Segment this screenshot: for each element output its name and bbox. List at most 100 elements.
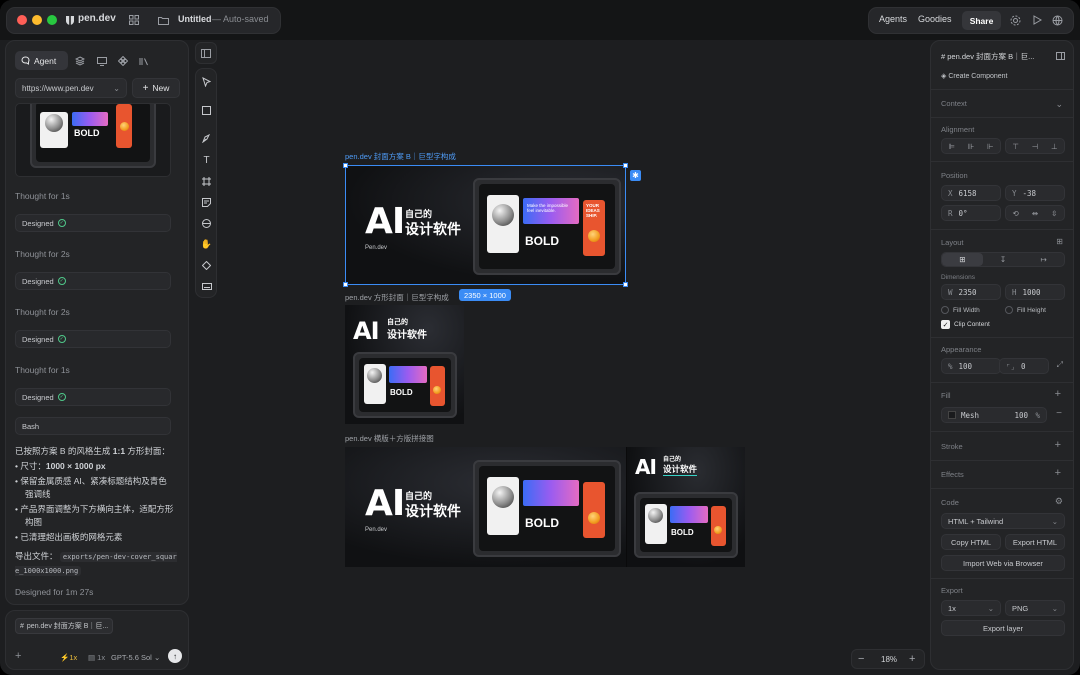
zoom-level[interactable]: 18%	[881, 655, 897, 664]
align-middle-icon[interactable]: ⊣	[1032, 142, 1039, 151]
model-select[interactable]: GPT-5.6 Sol ⌄	[111, 653, 160, 662]
text-tool-icon[interactable]: T	[200, 154, 213, 167]
settings-icon[interactable]	[1009, 14, 1021, 26]
frame-combined[interactable]: AI 自己的 设计软件 Pen.dev BOLD AI 自己的 设计软件 BOL…	[345, 447, 745, 567]
expand-corners-icon[interactable]: ⤢	[1057, 360, 1063, 370]
frame1-label[interactable]: pen.dev 封面方案 B｜巨型字构成	[345, 151, 456, 162]
frame-cover-b[interactable]: AI 自己的 设计软件 Pen.dev Make the impossible …	[345, 165, 626, 285]
components-icon[interactable]	[117, 55, 129, 67]
width-input[interactable]: W 2350	[941, 284, 1001, 300]
export-html-button[interactable]: Export HTML	[1005, 534, 1065, 550]
designed-chip-1[interactable]: Designed ✓	[15, 214, 171, 232]
preview-thumbnail[interactable]: BOLD	[15, 103, 171, 177]
layout-horizontal-icon[interactable]: ↦	[1023, 255, 1064, 264]
frame-square-cover[interactable]: AI 自己的 设计软件 BOLD	[345, 305, 464, 424]
corner-radius-input[interactable]: ⌜⌟ 0	[999, 358, 1049, 374]
panel-toggle-icon[interactable]	[1055, 50, 1066, 61]
agents-button[interactable]: Agents	[879, 14, 907, 24]
layout-grid-icon[interactable]: ⊞	[942, 253, 983, 266]
layout-vertical-icon[interactable]: ↧	[983, 255, 1024, 264]
vertical-align-group[interactable]: ⊤ ⊣ ⊥	[1005, 138, 1065, 154]
transform-group[interactable]: ⟲ ⇹ ⇳	[1005, 205, 1065, 221]
code-format-select[interactable]: HTML + Tailwind ⌄	[941, 513, 1065, 529]
export-format-select[interactable]: PNG ⌄	[1005, 600, 1065, 616]
count-toggle[interactable]: ▤ 1x	[88, 653, 105, 662]
add-fill-button[interactable]: +	[1055, 388, 1061, 400]
flip-horizontal-icon[interactable]: ⇹	[1032, 209, 1038, 218]
minimize-window-button[interactable]	[32, 15, 42, 25]
frame-tool-icon[interactable]	[200, 175, 213, 188]
document-title[interactable]: Untitled	[178, 14, 212, 24]
hand-tool-icon[interactable]: ✋	[200, 238, 213, 251]
fill-swatch[interactable]	[948, 411, 956, 419]
select-tool-icon[interactable]	[200, 75, 213, 88]
add-attachment-button[interactable]: +	[15, 650, 21, 662]
add-effect-button[interactable]: +	[1055, 467, 1061, 479]
x-input[interactable]: X 6158	[941, 185, 1001, 201]
tab-agent[interactable]: Agent	[15, 51, 68, 70]
align-bottom-icon[interactable]: ⊥	[1051, 142, 1058, 151]
zoom-out-button[interactable]: −	[858, 653, 864, 665]
align-left-icon[interactable]: ⊫	[948, 142, 955, 151]
maximize-window-button[interactable]	[47, 15, 57, 25]
new-button[interactable]: + New	[132, 78, 180, 98]
designed-chip-2[interactable]: Designed ✓	[15, 272, 171, 290]
y-input[interactable]: Y -38	[1005, 185, 1065, 201]
send-button[interactable]: ↑	[168, 649, 182, 663]
frame2-label[interactable]: pen.dev 方形封面｜巨型字构成	[345, 292, 449, 303]
context-heading[interactable]: Context	[941, 99, 967, 108]
flip-vertical-icon[interactable]: ⇳	[1051, 209, 1057, 218]
align-center-icon[interactable]: ⊪	[968, 142, 975, 151]
layout-mode-toggle[interactable]: ⊞ ↧ ↦	[941, 252, 1065, 267]
resize-handle[interactable]	[623, 163, 628, 168]
resize-handle[interactable]	[343, 282, 348, 287]
pen-tool-icon[interactable]	[200, 132, 213, 145]
fill-width-checkbox[interactable]: Fill Width	[941, 306, 980, 314]
layout-options-icon[interactable]: ⊞	[1056, 237, 1063, 246]
globe-icon[interactable]	[1051, 14, 1063, 26]
clip-content-checkbox[interactable]: ✓ Clip Content	[941, 320, 990, 329]
close-window-button[interactable]	[17, 15, 27, 25]
add-stroke-button[interactable]: +	[1055, 439, 1061, 451]
layers-icon[interactable]	[74, 55, 86, 67]
folder-icon[interactable]	[157, 14, 169, 26]
chevron-down-icon[interactable]: ⌄	[1055, 99, 1063, 110]
fill-height-checkbox[interactable]: Fill Height	[1005, 306, 1046, 314]
code-settings-icon[interactable]: ⚙	[1055, 496, 1063, 507]
bash-chip[interactable]: Bash	[15, 417, 171, 435]
note-tool-icon[interactable]	[200, 196, 213, 209]
context-tag[interactable]: # pen.dev 封面方案 B｜巨...	[15, 618, 113, 634]
export-layer-button[interactable]: Export layer	[941, 620, 1065, 636]
component-tool-icon[interactable]	[200, 259, 213, 272]
goodies-button[interactable]: Goodies	[918, 14, 952, 24]
align-top-icon[interactable]: ⊤	[1012, 142, 1019, 151]
fill-row[interactable]: Mesh 100%	[941, 407, 1047, 423]
designed-chip-3[interactable]: Designed ✓	[15, 330, 171, 348]
export-scale-select[interactable]: 1x ⌄	[941, 600, 1001, 616]
import-web-button[interactable]: Import Web via Browser	[941, 555, 1065, 571]
url-input[interactable]: https://www.pen.dev ⌄	[15, 78, 127, 98]
resize-handle[interactable]	[623, 282, 628, 287]
opacity-input[interactable]: % 100	[941, 358, 1001, 374]
create-component-button[interactable]: ◈ Create Component	[941, 72, 1007, 80]
grid-icon[interactable]	[128, 14, 140, 26]
speed-toggle[interactable]: ⚡1x	[60, 653, 77, 662]
horizontal-align-group[interactable]: ⊫ ⊪ ⊩	[941, 138, 1001, 154]
designed-chip-4[interactable]: Designed ✓	[15, 388, 171, 406]
keyboard-tool-icon[interactable]	[200, 280, 213, 293]
resize-handle[interactable]	[343, 163, 348, 168]
toggle-sidebar-button[interactable]	[195, 42, 217, 64]
library-icon[interactable]	[138, 55, 150, 67]
zoom-in-button[interactable]: +	[909, 653, 915, 665]
align-right-icon[interactable]: ⊩	[987, 142, 994, 151]
web-tool-icon[interactable]	[200, 217, 213, 230]
rotation-input[interactable]: R 0°	[941, 205, 1001, 221]
height-input[interactable]: H 1000	[1005, 284, 1065, 300]
rotate-icon[interactable]: ⟲	[1013, 209, 1019, 218]
play-icon[interactable]	[1031, 14, 1043, 26]
monitor-icon[interactable]	[96, 55, 108, 67]
share-button[interactable]: Share	[962, 11, 1001, 30]
remove-fill-button[interactable]: −	[1056, 408, 1062, 419]
rectangle-tool-icon[interactable]	[200, 104, 213, 117]
frame3-label[interactable]: pen.dev 横版＋方版拼接图	[345, 433, 434, 444]
